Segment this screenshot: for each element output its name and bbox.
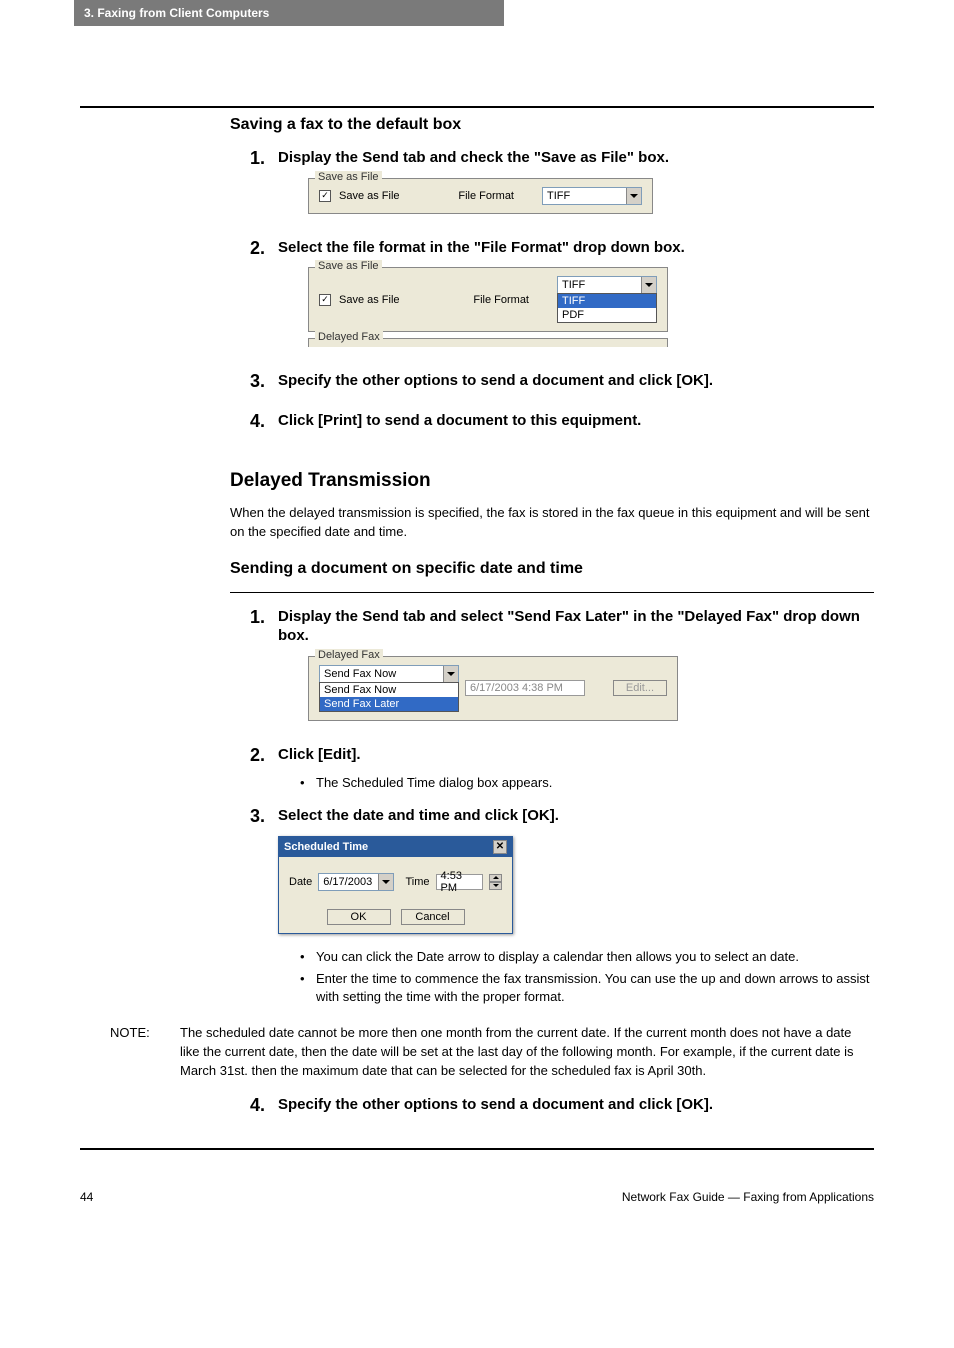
bullet: • Enter the time to commence the fax tra… [300, 970, 874, 1006]
rule [80, 1148, 874, 1150]
date-label: Date [289, 876, 312, 888]
file-format-options: TIFF PDF [557, 293, 657, 323]
step-title: Display the Send tab and select "Send Fa… [278, 607, 874, 646]
edit-button[interactable]: Edit... [613, 680, 667, 696]
time-input[interactable]: 4:53 PM [436, 874, 483, 890]
checkbox-label: Save as File [337, 190, 400, 202]
save-as-file-group: Save as File ✓ Save as File File Format … [308, 178, 653, 214]
step: 2. Select the file format in the "File F… [250, 238, 874, 362]
file-format-label: File Format [473, 294, 529, 306]
step-title: Display the Send tab and check the "Save… [278, 148, 874, 168]
footer-title: Network Fax Guide — Faxing from Applicat… [622, 1190, 874, 1204]
select-value: TIFF [558, 279, 641, 291]
delayed-fax-options: Send Fax Now Send Fax Later [319, 682, 459, 712]
step-number: 4. [250, 411, 278, 441]
fieldset-legend: Delayed Fax [315, 649, 383, 661]
step-title: Click [Print] to send a document to this… [278, 411, 874, 431]
time-label: Time [406, 876, 430, 888]
delayed-fax-select[interactable]: Send Fax Now [319, 665, 459, 683]
chevron-down-icon [443, 666, 458, 682]
rule [80, 106, 874, 108]
file-format-select[interactable]: TIFF [542, 187, 642, 205]
intro-paragraph: When the delayed transmission is specifi… [230, 504, 874, 542]
step: 1. Display the Send tab and select "Send… [250, 607, 874, 735]
save-as-file-checkbox[interactable]: ✓ [319, 190, 331, 202]
bullet-mark: • [300, 948, 316, 966]
file-format-select[interactable]: TIFF [557, 276, 657, 294]
bullet-text: You can click the Date arrow to display … [316, 948, 799, 966]
step: 2. Click [Edit]. • The Scheduled Time di… [250, 745, 874, 797]
step-number: 1. [250, 148, 278, 228]
chevron-down-icon [641, 277, 656, 293]
select-value: TIFF [543, 190, 626, 202]
note-label: NOTE: [110, 1024, 180, 1081]
step-title: Specify the other options to send a docu… [278, 371, 874, 391]
bullet: • The Scheduled Time dialog box appears. [300, 774, 874, 792]
date-value: 6/17/2003 [319, 876, 377, 888]
option-send-now[interactable]: Send Fax Now [320, 683, 458, 697]
step: 1. Display the Send tab and check the "S… [250, 148, 874, 228]
save-as-file-group: Save as File ✓ Save as File File Format … [308, 267, 668, 332]
fieldset-legend: Save as File [315, 171, 382, 183]
dialog-title: Scheduled Time [284, 841, 368, 853]
bullet-mark: • [300, 774, 316, 792]
note-text: The scheduled date cannot be more then o… [180, 1024, 874, 1081]
bullet-text: Enter the time to commence the fax trans… [316, 970, 874, 1006]
step-title: Click [Edit]. [278, 745, 874, 765]
file-format-label: File Format [458, 190, 514, 202]
step-number: 1. [250, 607, 278, 735]
scheduled-datetime-display: 6/17/2003 4:38 PM [465, 680, 585, 696]
chevron-down-icon [378, 874, 393, 890]
subsection-title: Sending a document on specific date and … [230, 560, 874, 578]
step-title: Specify the other options to send a docu… [278, 1095, 874, 1115]
option-tiff[interactable]: TIFF [558, 294, 656, 308]
delayed-fax-group: Delayed Fax Send Fax Now Send Fax Now Se… [308, 656, 678, 721]
delayed-fax-group-truncated: Delayed Fax [308, 338, 668, 347]
arrow-down-icon[interactable] [489, 882, 502, 890]
page-number: 44 [80, 1190, 93, 1204]
chapter-header: 3. Faxing from Client Computers [74, 0, 504, 26]
rule [230, 592, 874, 593]
time-spinner[interactable] [489, 874, 502, 890]
note: NOTE: The scheduled date cannot be more … [110, 1024, 874, 1081]
step-number: 2. [250, 238, 278, 362]
bullet: • You can click the Date arrow to displa… [300, 948, 874, 966]
step: 3. Select the date and time and click [O… [250, 806, 874, 1010]
step-number: 3. [250, 371, 278, 401]
bullet-mark: • [300, 970, 316, 1006]
option-send-later[interactable]: Send Fax Later [320, 697, 458, 711]
section-heading-delayed: Delayed Transmission [230, 470, 874, 492]
close-icon[interactable]: ✕ [493, 840, 507, 854]
section-title-saving: Saving a fax to the default box [230, 116, 874, 134]
step-title: Select the date and time and click [OK]. [278, 806, 874, 826]
fieldset-legend: Save as File [315, 260, 382, 272]
checkbox-label: Save as File [337, 294, 400, 306]
save-as-file-checkbox[interactable]: ✓ [319, 294, 331, 306]
step-number: 4. [250, 1095, 278, 1125]
scheduled-time-dialog: Scheduled Time ✕ Date 6/17/2003 [278, 836, 513, 934]
step-number: 2. [250, 745, 278, 797]
date-picker[interactable]: 6/17/2003 [318, 873, 393, 891]
chevron-down-icon [626, 188, 641, 204]
fieldset-legend: Delayed Fax [315, 331, 383, 343]
select-value: Send Fax Now [320, 668, 443, 680]
step: 3. Specify the other options to send a d… [250, 371, 874, 401]
arrow-up-icon[interactable] [489, 874, 502, 882]
bullet-text: The Scheduled Time dialog box appears. [316, 774, 552, 792]
step: 4. Click [Print] to send a document to t… [250, 411, 874, 441]
option-pdf[interactable]: PDF [558, 308, 656, 322]
step: 4. Specify the other options to send a d… [250, 1095, 874, 1125]
cancel-button[interactable]: Cancel [401, 909, 465, 925]
step-title: Select the file format in the "File Form… [278, 238, 874, 258]
ok-button[interactable]: OK [327, 909, 391, 925]
step-number: 3. [250, 806, 278, 1010]
